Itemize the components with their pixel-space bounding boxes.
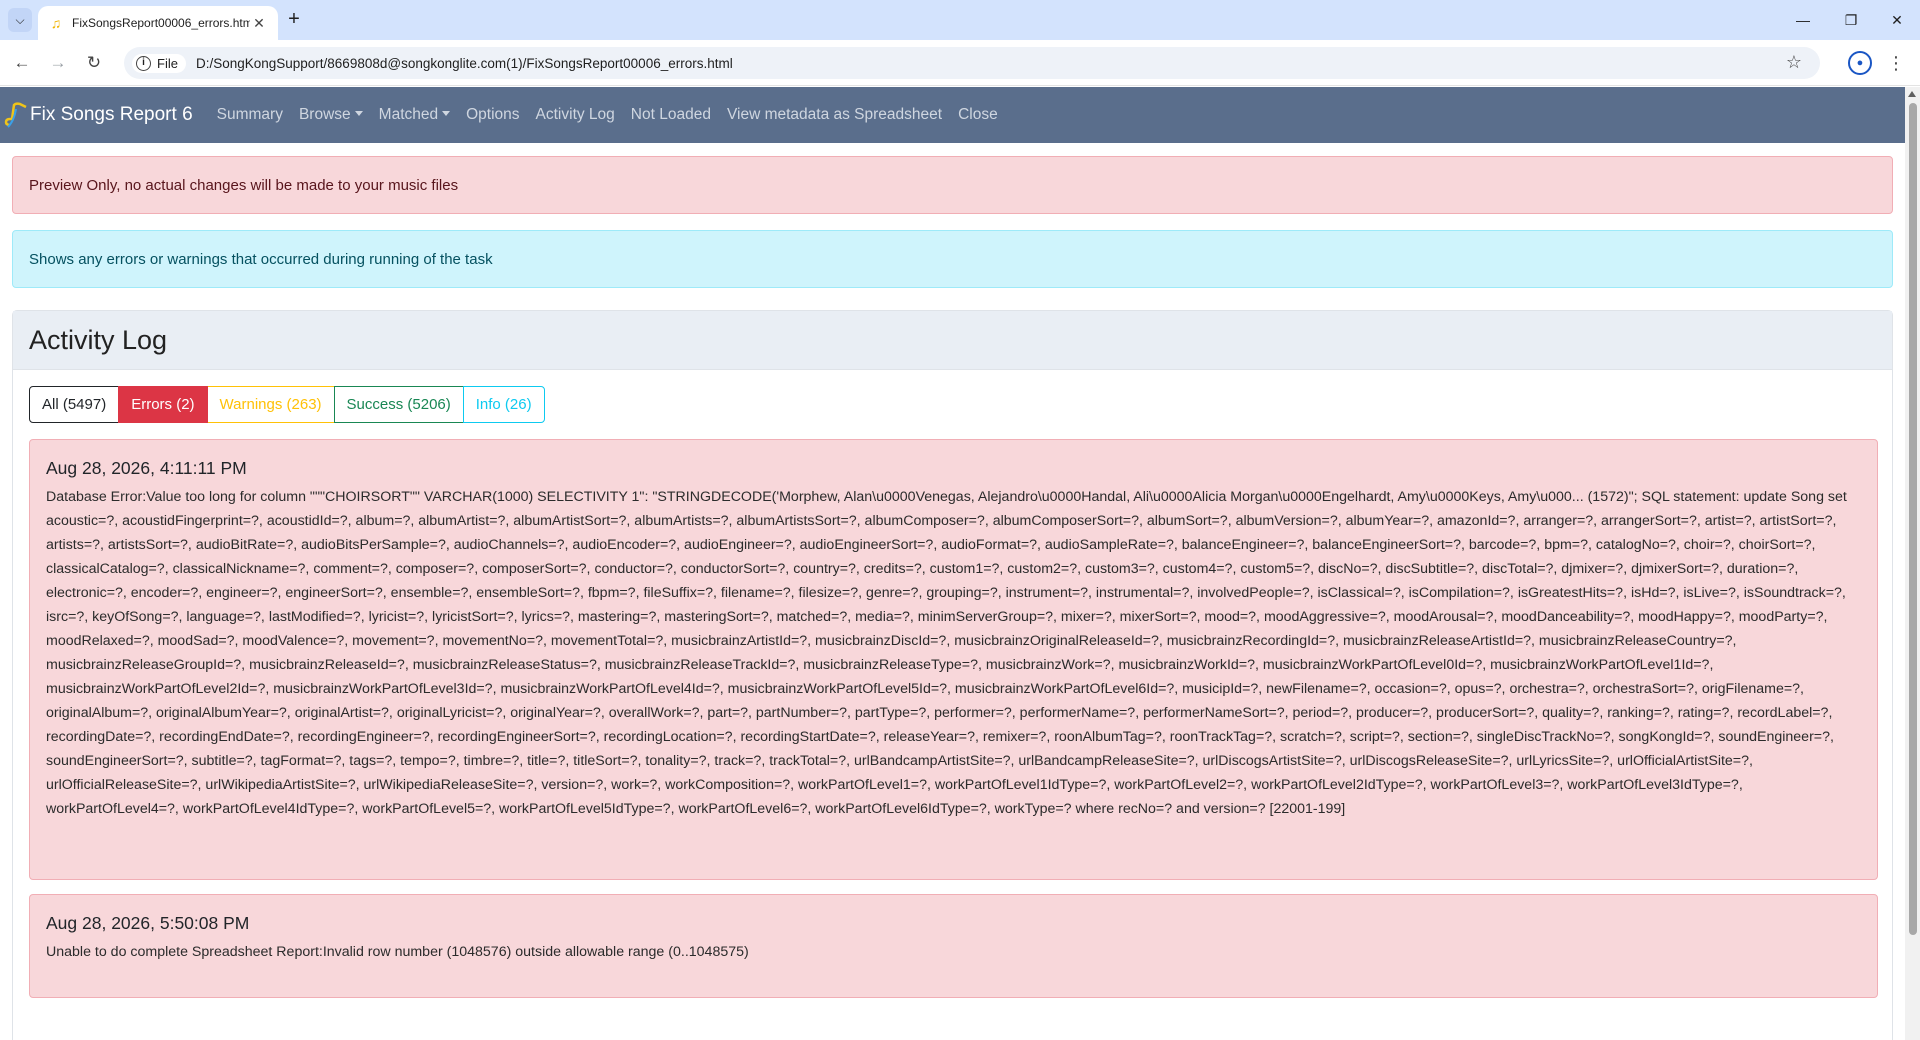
page-viewport: Fix Songs Report 6 Summary Browse Matche… <box>0 87 1905 1040</box>
preview-only-alert: Preview Only, no actual changes will be … <box>12 156 1893 214</box>
songkong-logo-icon <box>4 102 27 128</box>
music-note-icon: ♫ <box>50 15 62 31</box>
tab-search-button[interactable]: ⌵ <box>8 8 32 32</box>
nav-browse-label: Browse <box>298 106 351 123</box>
log-entry: Aug 28, 2026, 5:50:08 PM Unable to do co… <box>29 894 1878 998</box>
errors-info-alert: Shows any errors or warnings that occurr… <box>12 230 1893 288</box>
activity-log-card: Activity Log All (5497) Errors (2) Warni… <box>12 310 1893 1040</box>
url-text[interactable]: D:/SongKongSupport/8669808d@songkonglite… <box>196 56 733 71</box>
filter-errors-button[interactable]: Errors (2) <box>118 386 208 423</box>
close-tab-icon[interactable]: ✕ <box>250 15 268 32</box>
menu-kebab-icon[interactable]: ⋮ <box>1882 49 1910 77</box>
filter-info-button[interactable]: Info (26) <box>462 386 545 423</box>
forward-icon[interactable]: → <box>44 49 72 77</box>
minimize-icon[interactable]: — <box>1780 0 1826 40</box>
log-entry: Aug 28, 2026, 4:11:11 PM Database Error:… <box>29 439 1878 880</box>
nav-view-spreadsheet[interactable]: View metadata as Spreadsheet <box>727 106 942 124</box>
nav-options[interactable]: Options <box>466 106 519 124</box>
new-tab-button[interactable]: + <box>283 9 305 31</box>
scroll-up-arrow-icon[interactable] <box>1908 91 1916 97</box>
nav-activity-log[interactable]: Activity Log <box>536 106 615 124</box>
info-alert-text: Shows any errors or warnings that occurr… <box>29 250 493 268</box>
nav-matched[interactable]: Matched <box>378 106 451 124</box>
filter-all-button[interactable]: All (5497) <box>29 386 120 423</box>
caret-down-icon <box>442 111 451 116</box>
page-scrollbar[interactable] <box>1905 87 1920 1040</box>
log-entry-message: Database Error:Value too long for column… <box>46 489 1847 817</box>
nav-not-loaded[interactable]: Not Loaded <box>631 106 711 124</box>
scrollbar-thumb[interactable] <box>1909 103 1917 935</box>
bookmark-star-icon[interactable]: ☆ <box>1786 52 1802 73</box>
page-title: Activity Log <box>29 324 168 355</box>
nav-browse[interactable]: Browse <box>299 106 363 124</box>
log-entry-timestamp: Aug 28, 2026, 5:50:08 PM <box>46 913 250 933</box>
file-label: File <box>157 55 178 71</box>
caret-down-icon <box>354 111 363 116</box>
nav-matched-label: Matched <box>378 106 439 123</box>
report-navbar: Fix Songs Report 6 Summary Browse Matche… <box>0 87 1905 143</box>
preview-alert-text: Preview Only, no actual changes will be … <box>29 176 459 194</box>
log-entry-message: Unable to do complete Spreadsheet Report… <box>46 944 749 960</box>
chevron-down-icon: ⌵ <box>15 12 25 27</box>
log-entry-timestamp: Aug 28, 2026, 4:11:11 PM <box>46 458 247 478</box>
browser-tabstrip: ⌵ ♫ FixSongsReport00006_errors.html ✕ + … <box>0 0 1920 40</box>
nav-close[interactable]: Close <box>958 106 998 124</box>
nav-summary[interactable]: Summary <box>217 106 283 124</box>
restore-icon[interactable]: ❐ <box>1828 0 1874 40</box>
filter-button-group: All (5497) Errors (2) Warnings (263) Suc… <box>29 386 545 423</box>
info-icon: i <box>136 55 151 71</box>
filter-success-button[interactable]: Success (5206) <box>333 386 464 423</box>
site-info-chip[interactable]: i File <box>132 53 186 73</box>
tab-title: FixSongsReport00006_errors.html <box>72 16 250 30</box>
reload-icon[interactable]: ↻ <box>80 49 108 77</box>
address-bar[interactable]: i File D:/SongKongSupport/8669808d@songk… <box>124 47 1820 79</box>
profile-icon[interactable]: ● <box>1848 51 1872 75</box>
browser-tab-active[interactable]: ♫ FixSongsReport00006_errors.html ✕ <box>38 6 278 40</box>
browser-toolbar: ← → ↻ i File D:/SongKongSupport/8669808d… <box>0 40 1920 86</box>
close-window-icon[interactable]: ✕ <box>1874 0 1920 40</box>
activity-log-header: Activity Log <box>13 311 1892 370</box>
filter-warnings-button[interactable]: Warnings (263) <box>206 386 335 423</box>
brand-title: Fix Songs Report 6 <box>30 104 193 125</box>
navbar-brand[interactable]: Fix Songs Report 6 <box>4 101 193 129</box>
back-icon[interactable]: ← <box>8 49 36 77</box>
